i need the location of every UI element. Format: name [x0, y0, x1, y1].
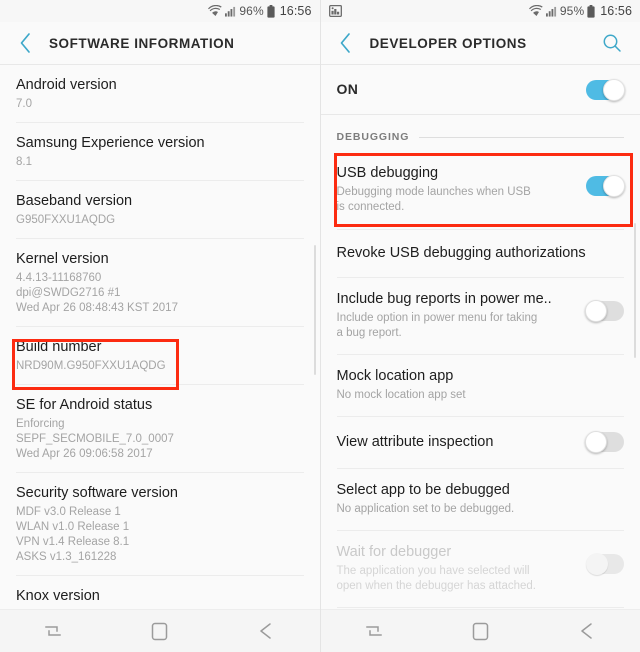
back-chevron-icon[interactable] — [331, 28, 361, 58]
list-item-subtitle: No application set to be debugged. — [336, 503, 515, 515]
screenshot-image-icon — [328, 4, 342, 18]
list-item-subtitle: Include option in power menu for taking … — [336, 312, 538, 339]
right-status-bar: 95% 16:56 — [320, 0, 640, 22]
right-status-bar-left — [328, 4, 529, 18]
battery-percent-label: 95% — [559, 4, 585, 18]
usb-debugging-toggle[interactable] — [586, 175, 625, 197]
page-title: DEVELOPER OPTIONS — [369, 35, 527, 51]
section-label: DEBUGGING — [336, 131, 410, 143]
list-item-title: Knox version — [16, 588, 100, 604]
list-item-revoke-usb-debugging[interactable]: Revoke USB debugging authorizations — [321, 230, 640, 277]
section-header-debugging: DEBUGGING — [321, 115, 640, 151]
master-switch-toggle[interactable] — [586, 79, 625, 101]
battery-icon — [267, 4, 275, 18]
left-scrollbar[interactable] — [313, 245, 316, 375]
battery-percent-label: 96% — [239, 4, 264, 18]
list-item-title: Wait for debugger — [336, 544, 452, 560]
list-item-title: View attribute inspection — [336, 433, 494, 450]
right-action-bar: DEVELOPER OPTIONS — [320, 22, 640, 64]
developer-options-master-switch-row[interactable]: ON — [320, 65, 640, 114]
list-item-build-number[interactable]: Build number NRD90M.G950FXXU1AQDG — [0, 327, 320, 384]
list-item[interactable]: Knox version Knox 2.8 — [0, 576, 320, 609]
list-item-title: Security software version — [16, 485, 178, 501]
wifi-icon — [528, 4, 543, 17]
nav-home-icon[interactable] — [137, 614, 183, 648]
list-item-title: Revoke USB debugging authorizations — [336, 245, 586, 261]
list-item[interactable]: Samsung Experience version 8.1 — [0, 123, 320, 180]
list-item-verify-apps-via-usb[interactable]: Verify apps via USB — [321, 608, 640, 609]
list-item[interactable]: Security software version MDF v3.0 Relea… — [0, 473, 320, 575]
left-nav-bar — [0, 609, 320, 652]
page-title: SOFTWARE INFORMATION — [49, 35, 235, 51]
nav-back-icon[interactable] — [564, 614, 610, 648]
right-scrollbar[interactable] — [634, 223, 636, 358]
list-item[interactable]: Kernel version 4.4.13-11168760 dpi@SWDG2… — [0, 239, 320, 326]
nav-back-icon[interactable] — [243, 614, 289, 648]
master-switch-label: ON — [336, 81, 359, 97]
wifi-icon — [208, 4, 223, 17]
list-item-title: Android version — [16, 77, 117, 93]
list-item-subtitle: Knox 2.8 — [16, 608, 304, 609]
list-item-subtitle: No mock location app set — [336, 389, 466, 401]
signal-icon — [225, 6, 236, 17]
software-information-list[interactable]: Android version 7.0 Samsung Experience v… — [0, 65, 320, 609]
section-rule — [419, 136, 624, 138]
list-item-title: Build number — [16, 339, 102, 355]
list-item-wait-for-debugger: Wait for debugger The application you ha… — [321, 531, 640, 607]
left-phone-screen: 96% 16:56 SOFTWARE INFORMATION Android v… — [0, 0, 321, 652]
list-item-usb-debugging[interactable]: USB debugging Debugging mode launches wh… — [321, 151, 640, 229]
list-item-subtitle: 7.0 — [16, 98, 32, 110]
list-item-subtitle: G950FXXU1AQDG — [16, 214, 116, 226]
right-status-bar-right: 95% 16:56 — [528, 4, 632, 18]
list-item[interactable]: Android version 7.0 — [0, 65, 320, 122]
left-status-bar-right: 96% 16:56 — [208, 4, 311, 18]
include-bug-reports-toggle[interactable] — [585, 300, 624, 322]
list-item-view-attribute-inspection[interactable]: View attribute inspection — [321, 417, 640, 468]
list-item-subtitle: Enforcing SEPF_SECMOBILE_7.0_0007 Wed Ap… — [16, 418, 174, 460]
list-item-mock-location-app[interactable]: Mock location app No mock location app s… — [321, 355, 640, 416]
signal-icon — [545, 6, 557, 17]
search-icon[interactable] — [598, 29, 626, 57]
nav-recents-icon[interactable] — [30, 614, 76, 648]
back-chevron-icon[interactable] — [10, 28, 40, 58]
list-item-subtitle: NRD90M.G950FXXU1AQDG — [16, 360, 166, 372]
list-item-subtitle: The application you have selected will o… — [336, 565, 537, 592]
developer-options-list[interactable]: DEBUGGING USB debugging Debugging mode l… — [320, 115, 640, 609]
dual-screenshot-container: 96% 16:56 SOFTWARE INFORMATION Android v… — [0, 0, 640, 652]
list-item-select-app-to-debug[interactable]: Select app to be debugged No application… — [321, 469, 640, 530]
list-item-include-bug-reports[interactable]: Include bug reports in power me.. Includ… — [321, 278, 640, 354]
list-item-title: Kernel version — [16, 251, 109, 267]
list-item-title: USB debugging — [336, 165, 439, 181]
right-phone-screen: 95% 16:56 DEVELOPER OPTIONS ON DEBUGGING… — [320, 0, 640, 652]
list-item-subtitle: 8.1 — [16, 156, 32, 168]
left-action-bar: SOFTWARE INFORMATION — [0, 22, 320, 64]
view-attribute-inspection-toggle[interactable] — [585, 431, 624, 453]
nav-recents-icon[interactable] — [351, 614, 397, 648]
battery-icon — [587, 4, 595, 18]
list-item-title: Include bug reports in power me.. — [336, 291, 552, 307]
clock-label: 16:56 — [600, 4, 632, 18]
list-item-title: SE for Android status — [16, 397, 153, 413]
clock-label: 16:56 — [279, 4, 312, 18]
list-item-subtitle: 4.4.13-11168760 dpi@SWDG2716 #1 Wed Apr … — [16, 272, 178, 314]
list-item-subtitle: Debugging mode launches when USB is conn… — [336, 186, 531, 213]
left-status-bar: 96% 16:56 — [0, 0, 320, 22]
list-item-title: Select app to be debugged — [336, 482, 510, 498]
list-item-title: Samsung Experience version — [16, 135, 205, 151]
list-item[interactable]: SE for Android status Enforcing SEPF_SEC… — [0, 385, 320, 472]
nav-home-icon[interactable] — [457, 614, 503, 648]
list-item[interactable]: Baseband version G950FXXU1AQDG — [0, 181, 320, 238]
list-item-subtitle: MDF v3.0 Release 1 WLAN v1.0 Release 1 V… — [16, 506, 130, 563]
wait-for-debugger-toggle — [586, 553, 624, 575]
list-item-title: Mock location app — [336, 368, 454, 384]
list-item-title: Baseband version — [16, 193, 133, 209]
right-nav-bar — [320, 609, 640, 652]
